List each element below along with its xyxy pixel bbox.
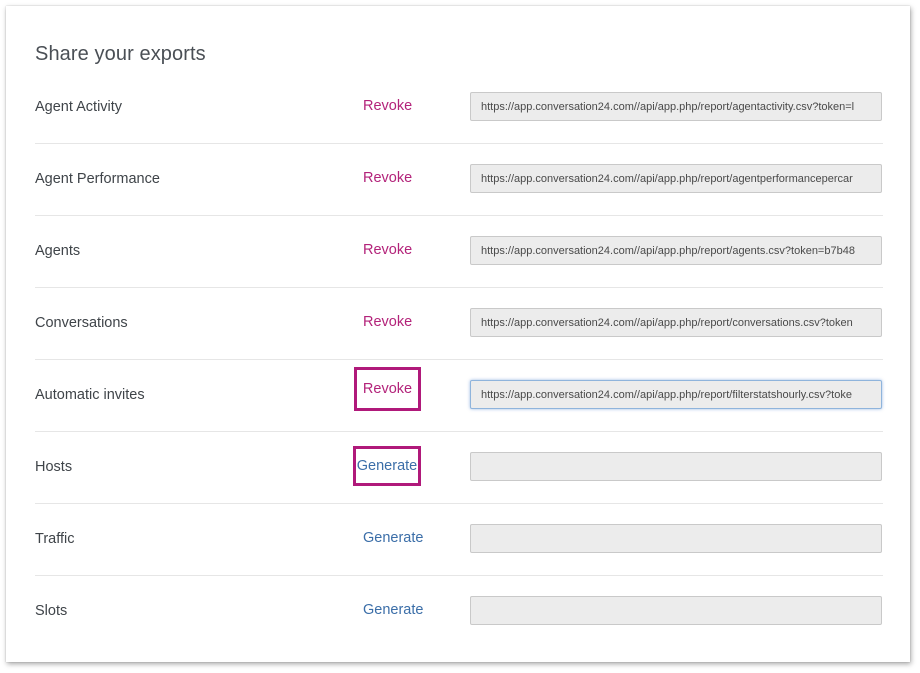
export-row-agent-performance: Agent Performance Revoke [35, 144, 883, 216]
share-exports-panel: Share your exports Agent Activity Revoke… [6, 6, 910, 662]
revoke-button[interactable]: Revoke [363, 97, 412, 115]
revoke-button[interactable]: Revoke [363, 313, 412, 331]
export-row-slots: Slots Generate [35, 576, 883, 648]
export-url-field[interactable] [470, 524, 882, 553]
export-label: Traffic [35, 531, 75, 547]
export-url-field[interactable] [470, 92, 882, 121]
generate-button[interactable]: Generate [363, 529, 423, 547]
export-label: Conversations [35, 315, 128, 331]
export-row-agent-activity: Agent Activity Revoke [35, 72, 883, 144]
generate-button[interactable]: Generate [353, 446, 421, 486]
export-url-field[interactable] [470, 380, 882, 409]
export-url-field[interactable] [470, 596, 882, 625]
export-label: Agents [35, 243, 81, 259]
export-label: Slots [35, 603, 68, 619]
export-row-traffic: Traffic Generate [35, 504, 883, 576]
revoke-button[interactable]: Revoke [363, 241, 412, 259]
export-url-field[interactable] [470, 236, 882, 265]
export-label: Agent Activity [35, 99, 123, 115]
revoke-button[interactable]: Revoke [354, 367, 421, 411]
export-label: Hosts [35, 459, 73, 475]
revoke-button[interactable]: Revoke [363, 169, 412, 187]
export-url-field[interactable] [470, 164, 882, 193]
export-label: Agent Performance [35, 171, 160, 187]
page-title: Share your exports [35, 43, 206, 65]
generate-button[interactable]: Generate [363, 601, 423, 619]
export-row-agents: Agents Revoke [35, 216, 883, 288]
export-list: Agent Activity Revoke Agent Performance … [35, 72, 883, 648]
export-url-field[interactable] [470, 452, 882, 481]
export-row-automatic-invites: Automatic invites Revoke [35, 360, 883, 432]
export-url-field[interactable] [470, 308, 882, 337]
export-label: Automatic invites [35, 387, 145, 403]
export-row-hosts: Hosts Generate [35, 432, 883, 504]
export-row-conversations: Conversations Revoke [35, 288, 883, 360]
